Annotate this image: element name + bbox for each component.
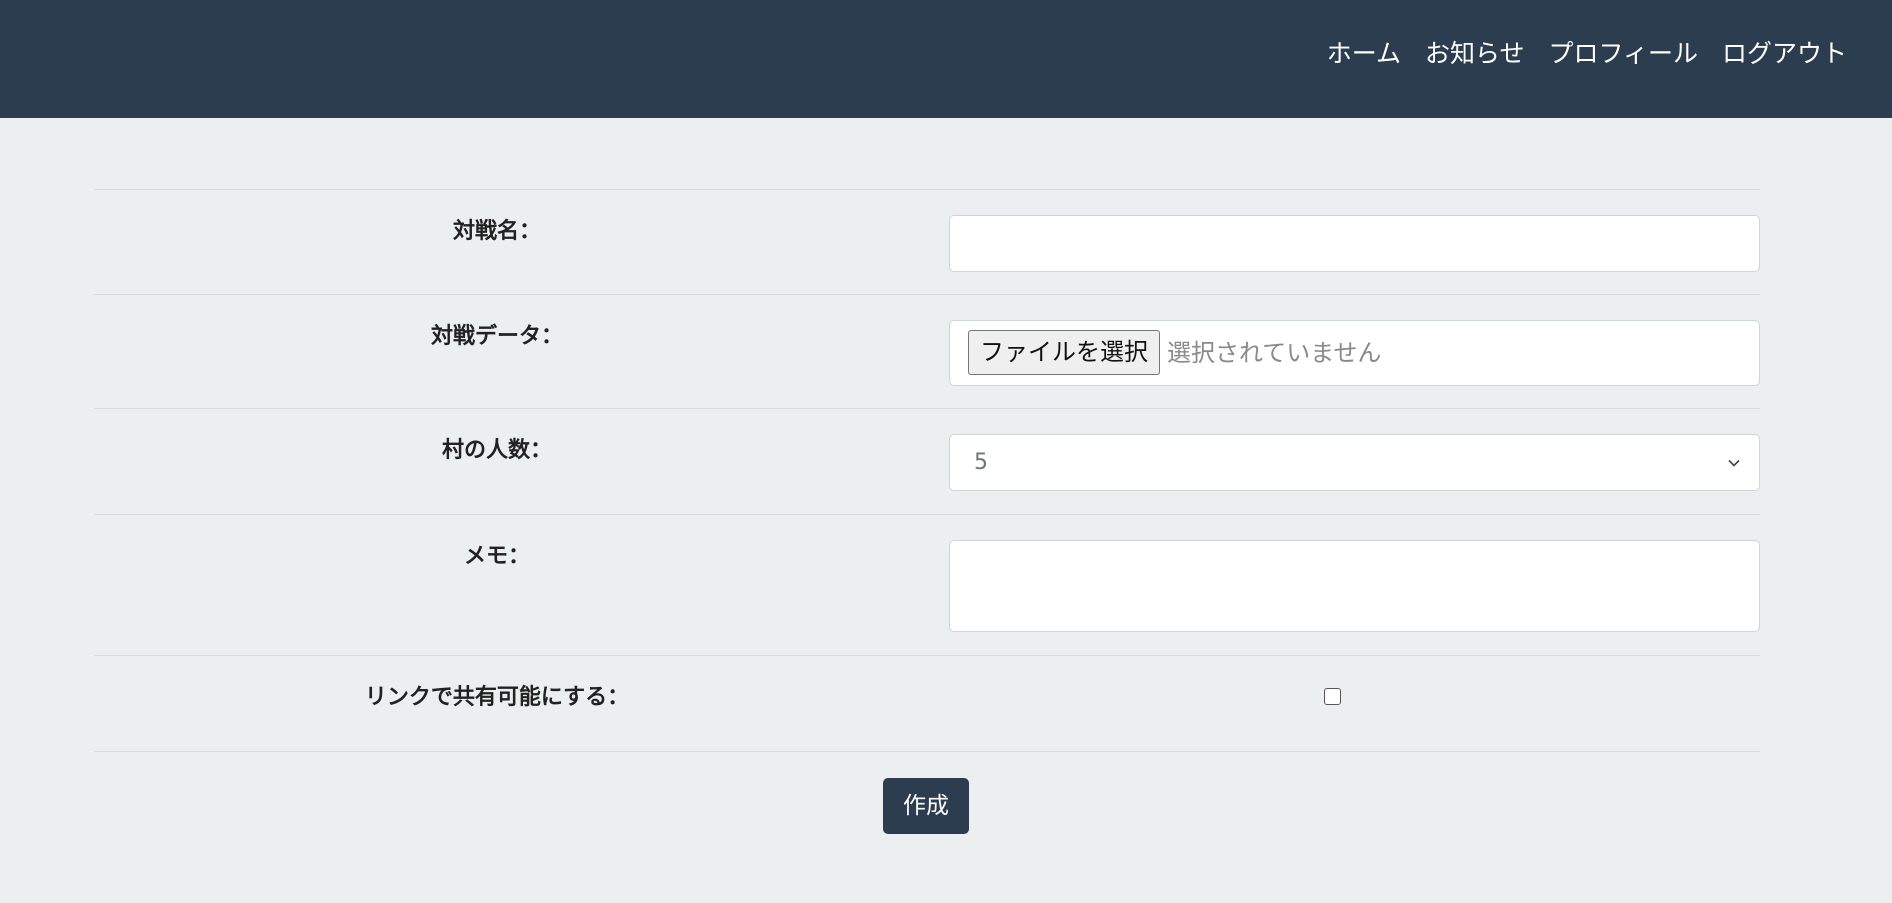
nav-profile-link[interactable]: プロフィール [1548, 38, 1698, 70]
choose-file-button[interactable]: ファイルを選択 [968, 330, 1160, 375]
chevron-down-icon [1728, 459, 1740, 467]
battle-data-file-input[interactable]: ファイルを選択 選択されていません [949, 320, 1760, 386]
village-size-select[interactable]: 5 [949, 434, 1760, 491]
village-size-selected-value: 5 [974, 450, 988, 475]
share-link-checkbox[interactable] [1324, 688, 1341, 705]
nav-notices-link[interactable]: お知らせ [1425, 38, 1525, 70]
village-size-label: 村の人数： [441, 438, 552, 463]
battle-name-label: 対戦名： [452, 219, 541, 244]
file-status-text: 選択されていません [1167, 339, 1382, 367]
form-row-battle-data: 対戦データ： ファイルを選択 選択されていません [94, 294, 1760, 408]
nav-links: ホーム お知らせ プロフィール ログアウト [1327, 38, 1847, 70]
battle-data-label: 対戦データ： [430, 324, 563, 349]
memo-label: メモ： [463, 544, 530, 569]
nav-logout-link[interactable]: ログアウト [1722, 38, 1847, 70]
navbar: ホーム お知らせ プロフィール ログアウト [0, 0, 1892, 118]
share-link-label: リンクで共有可能にする： [364, 685, 630, 710]
form-row-share-link: リンクで共有可能にする： [94, 655, 1760, 752]
nav-home-link[interactable]: ホーム [1327, 38, 1401, 70]
memo-textarea[interactable] [949, 540, 1760, 632]
battle-name-input[interactable] [949, 215, 1760, 272]
form-row-village-size: 村の人数： 5 [94, 408, 1760, 514]
create-button[interactable]: 作成 [883, 778, 969, 834]
battle-create-form: 対戦名： 対戦データ： ファイルを選択 選択されていません 村の人数： 5 メモ… [94, 189, 1760, 752]
form-row-memo: メモ： [94, 514, 1760, 655]
form-row-battle-name: 対戦名： [94, 189, 1760, 294]
